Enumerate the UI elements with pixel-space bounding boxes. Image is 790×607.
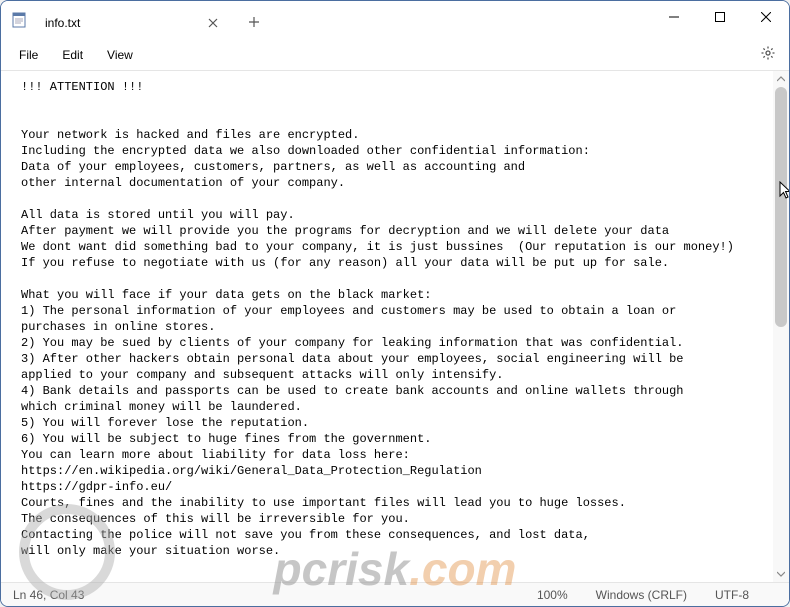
window-controls xyxy=(651,1,789,39)
text-content[interactable]: !!! ATTENTION !!! Your network is hacked… xyxy=(1,71,773,582)
tab-area: info.txt xyxy=(1,1,269,39)
tab-title: info.txt xyxy=(45,16,80,30)
titlebar: info.txt xyxy=(1,1,789,39)
gear-icon xyxy=(760,45,776,64)
mouse-cursor-icon xyxy=(779,181,790,204)
app-icon xyxy=(11,12,27,28)
status-line-endings[interactable]: Windows (CRLF) xyxy=(596,588,687,602)
statusbar: Ln 46, Col 43 100% Windows (CRLF) UTF-8 xyxy=(1,582,789,606)
close-tab-button[interactable] xyxy=(205,15,221,31)
menubar: File Edit View xyxy=(1,39,789,71)
status-encoding[interactable]: UTF-8 xyxy=(715,588,749,602)
scroll-thumb[interactable] xyxy=(775,87,787,327)
notepad-window: info.txt File Edit View xyxy=(0,0,790,607)
menu-edit[interactable]: Edit xyxy=(50,43,95,67)
new-tab-button[interactable] xyxy=(239,7,269,37)
maximize-button[interactable] xyxy=(697,1,743,33)
scroll-down-arrow[interactable] xyxy=(773,566,789,582)
file-tab[interactable]: info.txt xyxy=(35,7,235,39)
scroll-up-arrow[interactable] xyxy=(773,71,789,87)
vertical-scrollbar[interactable] xyxy=(773,71,789,582)
status-cursor-pos: Ln 46, Col 43 xyxy=(13,588,84,602)
settings-button[interactable] xyxy=(753,40,783,70)
menu-file[interactable]: File xyxy=(7,43,50,67)
scroll-track[interactable] xyxy=(773,87,789,566)
menu-view[interactable]: View xyxy=(95,43,145,67)
close-window-button[interactable] xyxy=(743,1,789,33)
content-wrap: !!! ATTENTION !!! Your network is hacked… xyxy=(1,71,789,582)
status-zoom[interactable]: 100% xyxy=(537,588,568,602)
minimize-button[interactable] xyxy=(651,1,697,33)
